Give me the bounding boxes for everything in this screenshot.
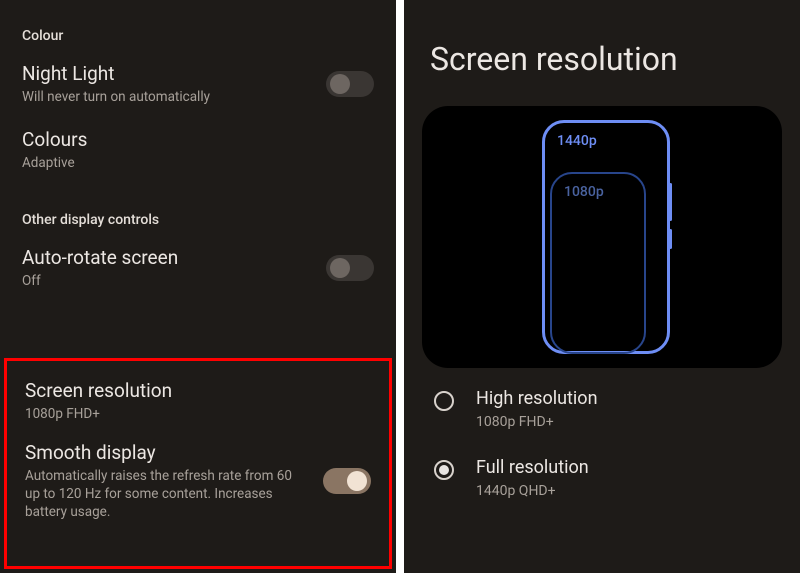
item-night-light[interactable]: Night Light Will never turn on automatic… [22,62,374,106]
option-full-resolution[interactable]: Full resolution 1440p QHD+ [434,457,782,500]
page-title: Screen resolution [422,40,782,78]
colours-title: Colours [22,128,374,152]
phone-label-1080p: 1080p [564,184,604,200]
resolution-options: High resolution 1080p FHD+ Full resoluti… [422,388,782,501]
phone-outline-1080p: 1080p [550,172,646,354]
auto-rotate-switch[interactable] [326,255,374,281]
option-full-sub: 1440p QHD+ [476,482,589,501]
radio-full[interactable] [434,460,454,480]
screen-resolution-sub: 1080p FHD+ [25,405,371,423]
item-auto-rotate[interactable]: Auto-rotate screen Off [22,246,374,290]
item-colours[interactable]: Colours Adaptive [22,128,374,172]
option-high-sub: 1080p FHD+ [476,413,598,432]
section-header-other: Other display controls [22,212,374,228]
option-high-title: High resolution [476,388,598,411]
screen-resolution-panel: Screen resolution 1440p 1080p High resol… [404,0,800,573]
item-screen-resolution[interactable]: Screen resolution 1080p FHD+ [25,379,371,423]
night-light-switch[interactable] [326,71,374,97]
radio-high[interactable] [434,391,454,411]
section-header-colour: Colour [22,28,374,44]
phone-label-1440p: 1440p [557,133,597,149]
item-smooth-display[interactable]: Smooth display Automatically raises the … [25,441,371,521]
smooth-display-title: Smooth display [25,441,307,465]
option-high-resolution[interactable]: High resolution 1080p FHD+ [434,388,782,431]
colours-sub: Adaptive [22,154,374,172]
highlight-box: Screen resolution 1080p FHD+ Smooth disp… [4,358,392,569]
night-light-sub: Will never turn on automatically [22,88,310,106]
smooth-display-sub: Automatically raises the refresh rate fr… [25,467,307,522]
screen-resolution-title: Screen resolution [25,379,371,403]
display-settings-panel: Colour Night Light Will never turn on au… [0,0,396,573]
auto-rotate-title: Auto-rotate screen [22,246,310,270]
smooth-display-switch[interactable] [323,468,371,494]
night-light-title: Night Light [22,62,310,86]
option-full-title: Full resolution [476,457,589,480]
auto-rotate-sub: Off [22,272,310,290]
resolution-illustration: 1440p 1080p [422,106,782,368]
